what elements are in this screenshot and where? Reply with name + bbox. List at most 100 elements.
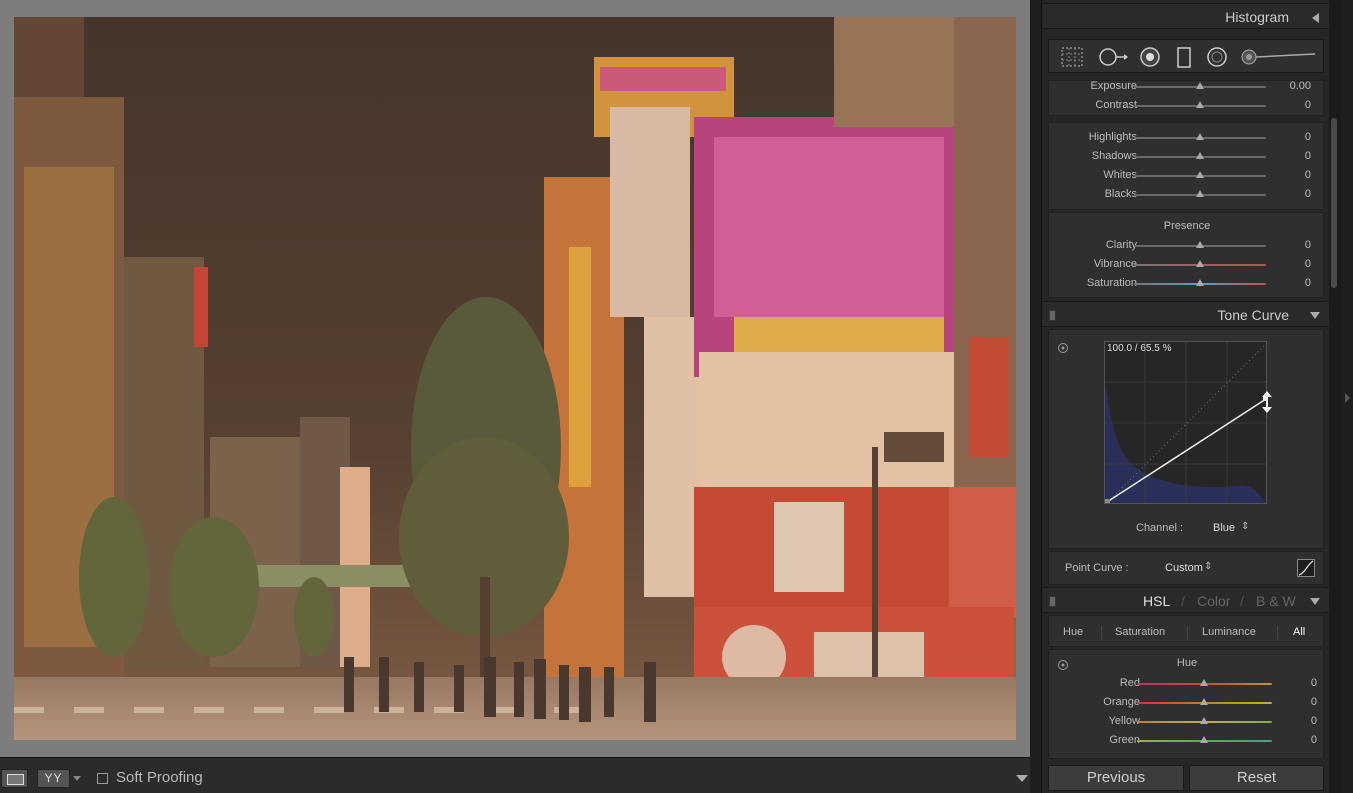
graduated-filter-icon[interactable] (1175, 47, 1193, 69)
curve-edit-icon[interactable] (1297, 559, 1315, 577)
slider-thumb[interactable] (1196, 260, 1204, 267)
slider-thumb[interactable] (1200, 717, 1208, 724)
crop-overlay-icon[interactable] (1061, 47, 1083, 67)
slider-value[interactable]: 0 (1311, 715, 1317, 727)
slider-value[interactable]: 0 (1305, 258, 1311, 270)
slider-value[interactable]: 0 (1305, 169, 1311, 181)
collapse-down-icon[interactable] (1310, 598, 1320, 605)
hsl-tabs (1048, 615, 1324, 647)
target-adjust-icon[interactable] (1057, 342, 1069, 354)
slider-label: Highlights (1088, 131, 1137, 143)
tab-luminance[interactable]: Luminance (1202, 626, 1256, 638)
right-edge-panel-toggle[interactable] (1341, 0, 1353, 793)
tab-hsl[interactable]: HSL (1143, 593, 1170, 609)
slider-label: Whites (1103, 169, 1137, 181)
spot-removal-icon[interactable] (1097, 47, 1129, 67)
photo-preview[interactable] (14, 17, 1016, 740)
presence-title: Presence (1163, 220, 1211, 232)
slider-hue-orange[interactable]: Orange 0 (1049, 694, 1325, 712)
slider-value[interactable]: 0 (1305, 131, 1311, 143)
slider-thumb[interactable] (1196, 190, 1204, 197)
adjustment-brush-icon[interactable] (1239, 47, 1319, 67)
slider-highlights[interactable]: Highlights 0 (1049, 129, 1325, 147)
tone-curve-plot[interactable] (1105, 342, 1267, 504)
slider-thumb[interactable] (1196, 101, 1204, 108)
channel-select[interactable]: Blue (1213, 522, 1235, 534)
slider-value[interactable]: 0 (1311, 677, 1317, 689)
slider-thumb[interactable] (1200, 698, 1208, 705)
slider-thumb[interactable] (1200, 736, 1208, 743)
scrollbar-thumb[interactable] (1331, 118, 1337, 288)
collapse-down-icon[interactable] (1310, 312, 1320, 319)
toolbar-menu-icon[interactable] (1016, 775, 1028, 782)
reset-button[interactable]: Reset (1189, 765, 1324, 791)
hue-title: Hue (1176, 657, 1198, 669)
vertical-drag-cursor-icon (1262, 391, 1272, 413)
slider-thumb[interactable] (1196, 133, 1204, 140)
slider-hue-red[interactable]: Red 0 (1049, 675, 1325, 693)
tab-bw[interactable]: B & W (1256, 593, 1296, 609)
tab-hue[interactable]: Hue (1063, 626, 1083, 638)
slider-thumb[interactable] (1200, 679, 1208, 686)
slider-blacks[interactable]: Blacks 0 (1049, 186, 1325, 204)
tab-color[interactable]: Color (1197, 593, 1230, 609)
tab-all[interactable]: All (1293, 626, 1305, 638)
slider-value[interactable]: 0 (1311, 696, 1317, 708)
tone-curve-toggle[interactable] (1049, 310, 1056, 321)
image-viewer (0, 0, 1030, 757)
before-after-button[interactable]: YY (37, 769, 70, 788)
channel-dropdown-icon[interactable]: ⇕ (1241, 521, 1249, 532)
slider-saturation[interactable]: Saturation 0 (1049, 275, 1325, 293)
slider-thumb[interactable] (1196, 171, 1204, 178)
slider-hue-yellow[interactable]: Yellow 0 (1049, 713, 1325, 731)
curve-point[interactable] (1105, 499, 1110, 504)
slider-thumb[interactable] (1196, 82, 1204, 89)
slider-value[interactable]: 0 (1311, 734, 1317, 746)
red-eye-icon[interactable] (1139, 47, 1161, 67)
slider-value[interactable]: 0 (1305, 239, 1311, 251)
tab-separator (1277, 626, 1278, 640)
histogram-header[interactable]: Histogram (1042, 3, 1329, 29)
slider-whites[interactable]: Whites 0 (1049, 167, 1325, 185)
slider-value[interactable]: 0.00 (1290, 80, 1311, 92)
tone-curve-graph[interactable]: 100.0 / 65.5 % (1104, 341, 1267, 504)
slider-value[interactable]: 0 (1305, 150, 1311, 162)
tab-separator (1187, 626, 1188, 640)
street-scene-illustration (14, 17, 1016, 740)
slider-vibrance[interactable]: Vibrance 0 (1049, 256, 1325, 274)
expand-right-icon[interactable] (1345, 393, 1350, 403)
slider-value[interactable]: 0 (1305, 99, 1311, 111)
previous-button[interactable]: Previous (1048, 765, 1184, 791)
point-curve-row: Point Curve : Custom ⇕ (1048, 551, 1324, 585)
slider-shadows[interactable]: Shadows 0 (1049, 148, 1325, 166)
panel-scrollbar[interactable] (1329, 0, 1341, 793)
slider-label: Contrast (1095, 99, 1137, 111)
radial-filter-icon[interactable] (1206, 47, 1228, 67)
tone-curve-header[interactable]: Tone Curve (1042, 301, 1329, 327)
slider-label: Saturation (1086, 277, 1137, 289)
presence-group: Presence Clarity 0 Vibrance 0 Saturation… (1048, 212, 1324, 298)
slider-value[interactable]: 0 (1305, 277, 1311, 289)
histogram-title: Histogram (1225, 9, 1289, 25)
slider-exposure[interactable]: Exposure 0.00 (1049, 78, 1325, 96)
hsl-header[interactable]: HSL / Color / B & W (1042, 587, 1329, 613)
slider-thumb[interactable] (1196, 279, 1204, 286)
collapse-left-icon[interactable] (1312, 13, 1319, 23)
point-curve-select[interactable]: Custom (1165, 562, 1203, 574)
point-curve-dropdown-icon[interactable]: ⇕ (1204, 561, 1212, 572)
slider-contrast[interactable]: Contrast 0 (1049, 97, 1325, 115)
slider-label: Orange (1103, 696, 1140, 708)
loupe-view-button[interactable] (1, 769, 28, 788)
slider-label: Yellow (1108, 715, 1140, 727)
before-after-dropdown-icon[interactable] (73, 776, 81, 781)
point-curve-label: Point Curve : (1065, 562, 1129, 574)
slider-clarity[interactable]: Clarity 0 (1049, 237, 1325, 255)
slider-thumb[interactable] (1196, 241, 1204, 248)
hsl-toggle[interactable] (1049, 596, 1056, 607)
slider-value[interactable]: 0 (1305, 188, 1311, 200)
slider-thumb[interactable] (1196, 152, 1204, 159)
lightroom-develop-window: YY Soft Proofing Histogram Exposure 0.00… (0, 0, 1353, 793)
slider-hue-green[interactable]: Green 0 (1049, 732, 1325, 750)
soft-proofing-checkbox[interactable] (97, 773, 108, 784)
tab-saturation[interactable]: Saturation (1115, 626, 1165, 638)
